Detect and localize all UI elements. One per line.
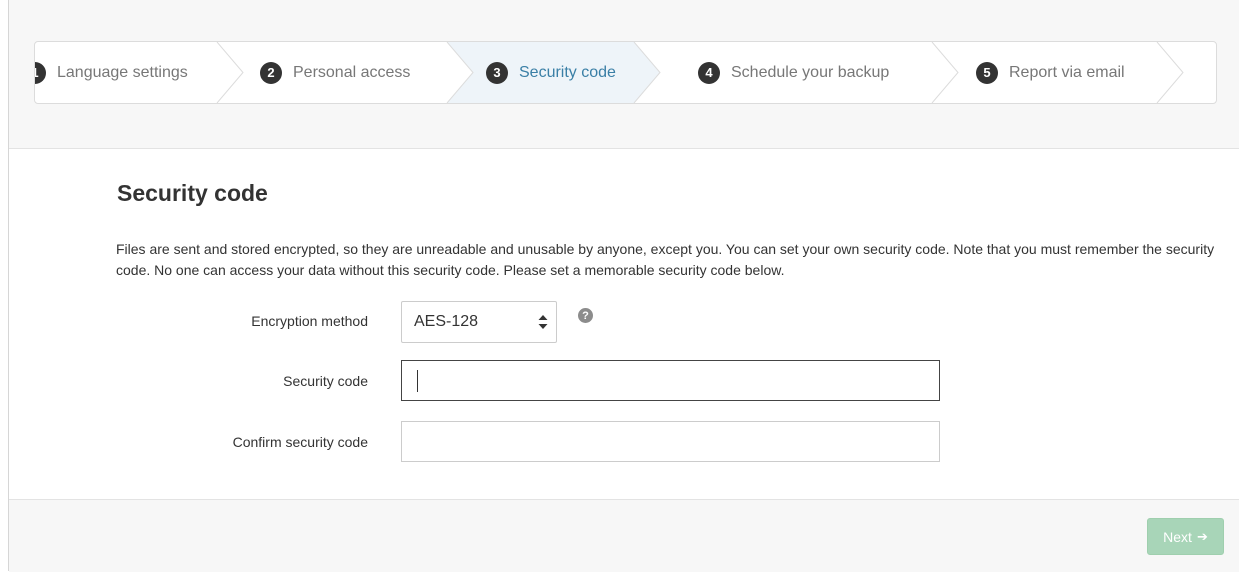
page-title: Security code — [117, 180, 268, 206]
step-label: Report via email — [1009, 63, 1125, 81]
wizard-steps: 1 Language settings 2 Personal access 3 … — [34, 41, 1217, 104]
footer-bar — [9, 499, 1239, 572]
security-code-input[interactable] — [401, 360, 940, 401]
arrow-right-icon: ➔ — [1196, 528, 1208, 544]
step-language-settings[interactable]: 1 Language settings — [35, 42, 188, 103]
confirm-security-code-label: Confirm security code — [232, 434, 368, 450]
step-number-badge: 2 — [260, 61, 282, 84]
question-circle-icon[interactable]: ? — [578, 308, 593, 323]
next-button[interactable]: Next ➔ — [1147, 518, 1224, 555]
step-divider — [931, 42, 959, 103]
step-number-badge: 5 — [976, 61, 998, 84]
confirm-security-code-input[interactable] — [401, 421, 940, 462]
next-button-label: Next — [1163, 528, 1192, 545]
step-label: Schedule your backup — [731, 63, 890, 81]
step-divider — [1156, 42, 1184, 103]
step-number-badge: 4 — [698, 61, 720, 84]
text-caret — [417, 370, 418, 392]
step-schedule-backup[interactable]: 4 Schedule your backup — [698, 42, 889, 103]
step-security-code[interactable]: 3 Security code — [486, 42, 616, 103]
step-number-badge: 1 — [35, 61, 46, 84]
step-label: Language settings — [57, 63, 188, 81]
step-divider — [216, 42, 244, 103]
step-report-email[interactable]: 5 Report via email — [976, 42, 1125, 103]
step-number-badge: 3 — [486, 61, 508, 84]
encryption-method-value: AES-128 — [414, 313, 479, 330]
step-label: Personal access — [293, 63, 411, 81]
step-label: Security code — [519, 63, 616, 81]
encryption-method-select[interactable]: AES-128 — [401, 301, 557, 343]
security-code-label: Security code — [283, 373, 368, 389]
step-personal-access[interactable]: 2 Personal access — [260, 42, 410, 103]
select-arrows-icon — [538, 315, 548, 329]
page-description: Files are sent and stored encrypted, so … — [116, 241, 1215, 278]
encryption-method-label: Encryption method — [251, 313, 368, 329]
